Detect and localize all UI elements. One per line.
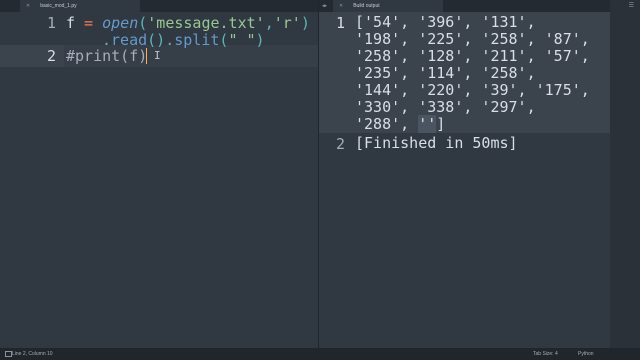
line-number: 1: [46, 14, 56, 32]
output-finished: [Finished in 50ms]: [355, 134, 518, 152]
code-token: " ": [228, 31, 256, 49]
tab-build-output[interactable]: ✕ Build output: [333, 0, 443, 12]
tab-label: basic_mod_1.py: [40, 3, 77, 9]
panel-icon[interactable]: [5, 351, 12, 357]
code-token: f: [66, 14, 76, 32]
output-text: '288',: [355, 115, 419, 133]
tab-size-selector[interactable]: Tab Size: 4: [533, 351, 558, 357]
close-icon[interactable]: ✕: [26, 3, 30, 9]
tab-basic-mod-1[interactable]: ✕ basic_mod_1.py: [20, 0, 140, 12]
code-token: ): [300, 14, 310, 32]
cursor-position: Line 2, Column 10: [12, 351, 53, 357]
syntax-selector[interactable]: Python: [578, 351, 594, 357]
list-icon[interactable]: ☰: [629, 2, 634, 9]
status-bar: Line 2, Column 10 Tab Size: 4 Python: [0, 348, 640, 360]
code-token: .: [165, 31, 175, 49]
code-token: ): [255, 31, 265, 49]
sublime-window: ✕ basic_mod_1.py 1 2 f = open('message.t…: [0, 0, 640, 360]
code-token: ,: [264, 14, 274, 32]
editor-tabbar: ✕ basic_mod_1.py: [0, 0, 318, 12]
code-token: 'r': [273, 14, 301, 32]
code-token: #print(f): [66, 47, 148, 65]
tab-arrows-icon[interactable]: ◂▸: [322, 3, 327, 9]
minimap-strip: ☰: [610, 0, 640, 348]
code-token: (): [147, 31, 166, 49]
code-line-2: #print(f): [66, 45, 147, 67]
close-icon[interactable]: ✕: [339, 3, 343, 9]
tab-label: Build output: [353, 3, 380, 9]
line-number: 2: [0, 45, 64, 67]
code-token: split: [174, 31, 220, 49]
output-pane[interactable]: ◂▸ ✕ Build output 1 2 ['54', '396', '131…: [319, 0, 610, 348]
output-line-last: '288', '']: [355, 114, 445, 135]
editor-pane[interactable]: ✕ basic_mod_1.py 1 2 f = open('message.t…: [0, 0, 318, 348]
text-cursor-icon: I: [154, 49, 161, 62]
code-token: =: [75, 14, 103, 32]
text-caret: [146, 48, 147, 64]
output-selection: '': [418, 115, 437, 133]
line-number: 2: [335, 135, 345, 153]
output-tabbar: ◂▸ ✕ Build output: [319, 0, 610, 12]
output-text: ]: [436, 115, 446, 133]
line-number: 1: [319, 12, 353, 34]
